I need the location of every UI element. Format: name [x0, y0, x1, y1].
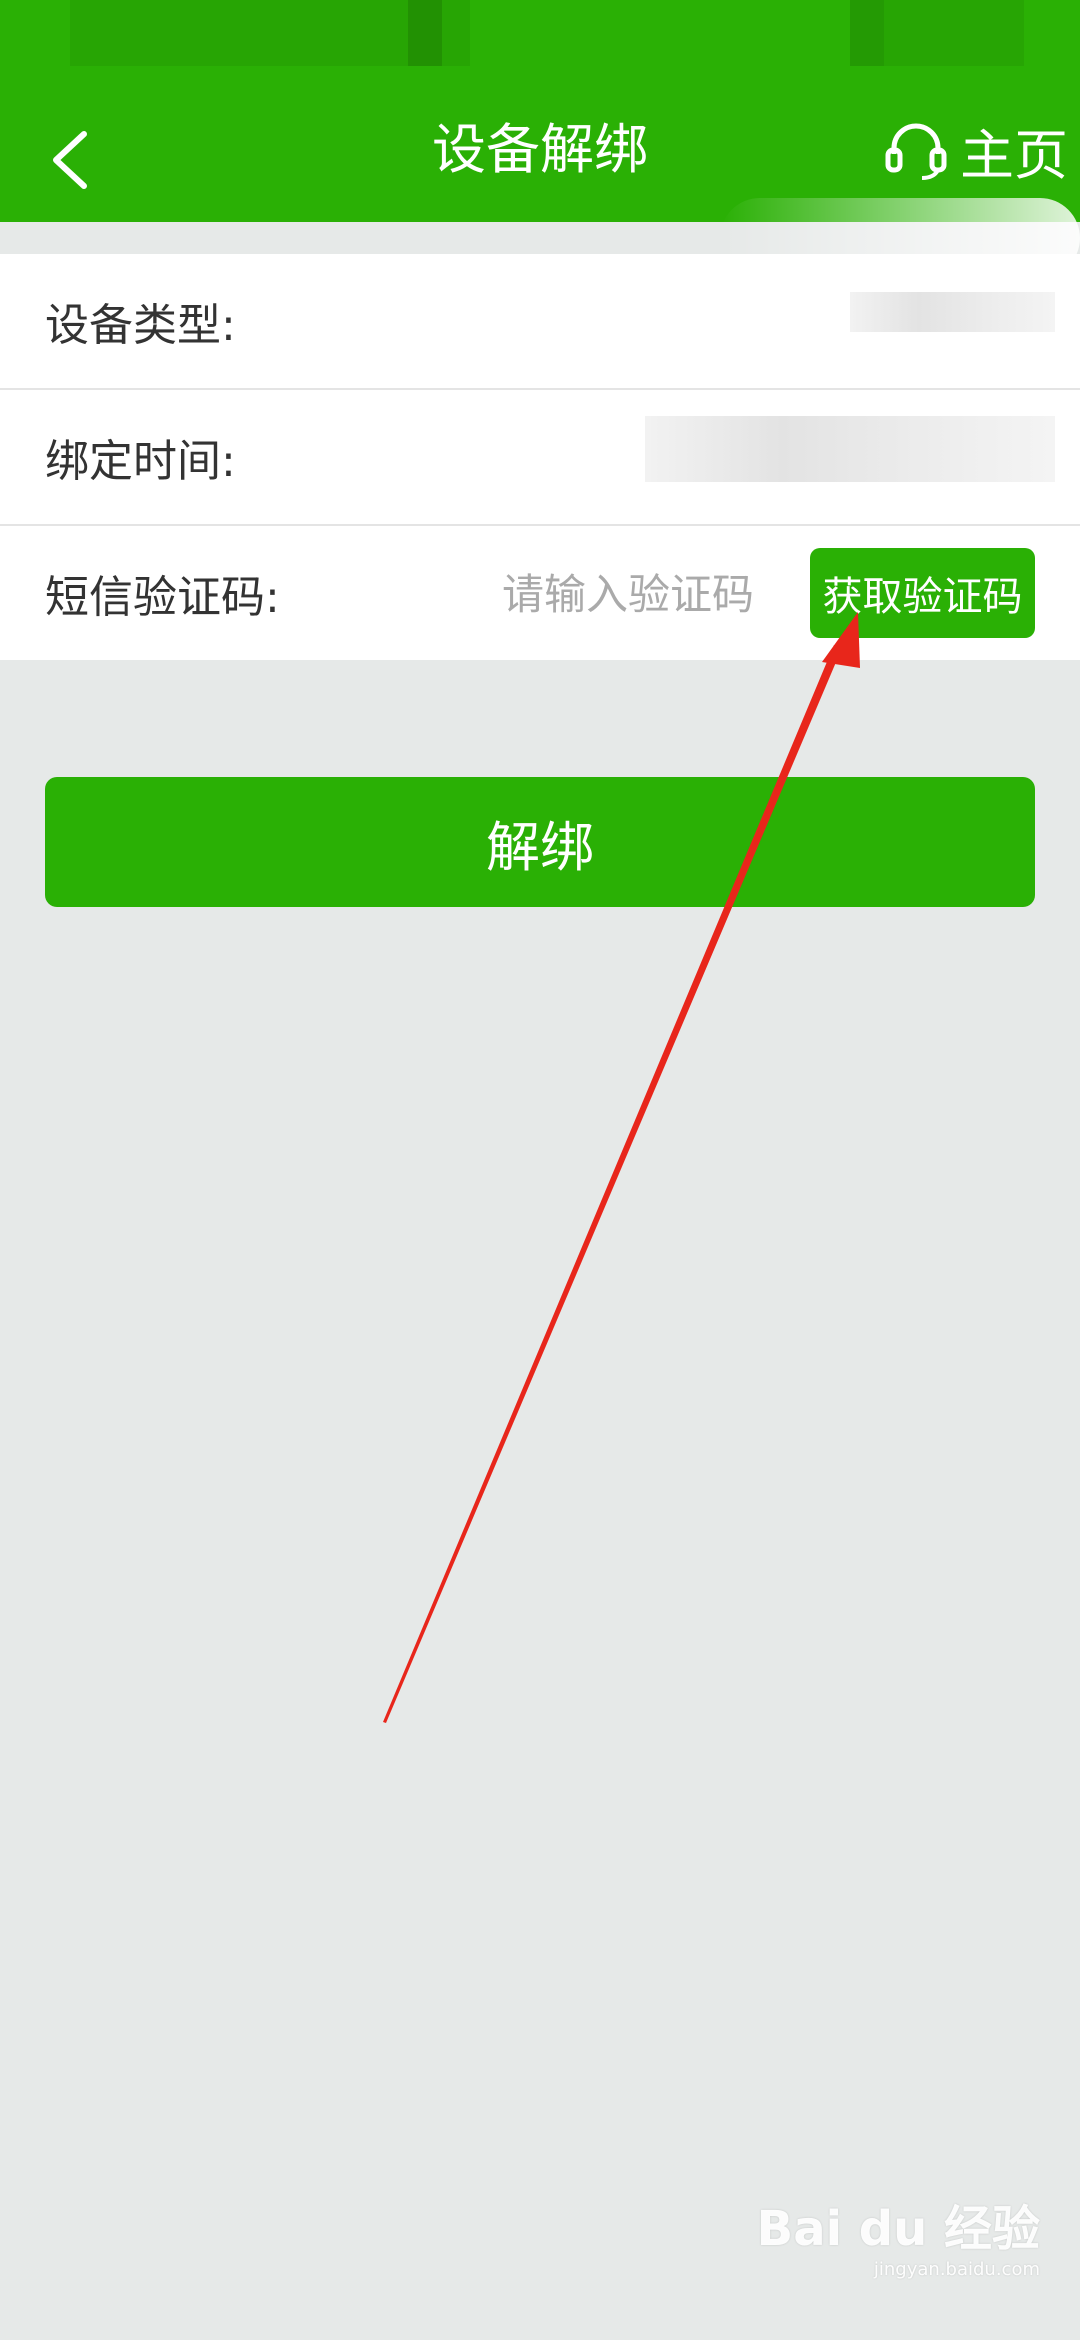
device-info-form: 设备类型: 绑定时间: 短信验证码: 获取验证码	[0, 254, 1080, 660]
bind-time-value-obscured	[645, 416, 1055, 482]
status-bar-obscured-block	[408, 0, 442, 66]
sms-code-row: 短信验证码: 获取验证码	[0, 526, 1080, 660]
unbind-button[interactable]: 解绑	[45, 777, 1035, 907]
get-code-button[interactable]: 获取验证码	[810, 548, 1035, 638]
watermark: Bai du 经验 jingyan.baidu.com	[757, 2189, 1040, 2280]
device-type-value-obscured	[850, 292, 1055, 332]
device-type-label: 设备类型:	[45, 300, 236, 351]
status-bar-obscured-block	[850, 0, 884, 66]
status-bar-obscured-block	[884, 0, 1024, 66]
obscured-overlay	[720, 198, 1080, 278]
home-button[interactable]: 主页	[884, 100, 1068, 200]
sms-code-label: 短信验证码:	[45, 572, 280, 623]
watermark-logo: Bai du 经验	[756, 2201, 1040, 2257]
sms-code-input[interactable]	[500, 556, 804, 632]
watermark-url: jingyan.baidu.com	[873, 2259, 1040, 2280]
headset-icon	[885, 123, 947, 180]
home-label: 主页	[960, 123, 1068, 187]
status-bar	[0, 0, 1080, 100]
bind-time-label: 绑定时间:	[45, 436, 236, 487]
bind-time-row: 绑定时间:	[0, 390, 1080, 526]
